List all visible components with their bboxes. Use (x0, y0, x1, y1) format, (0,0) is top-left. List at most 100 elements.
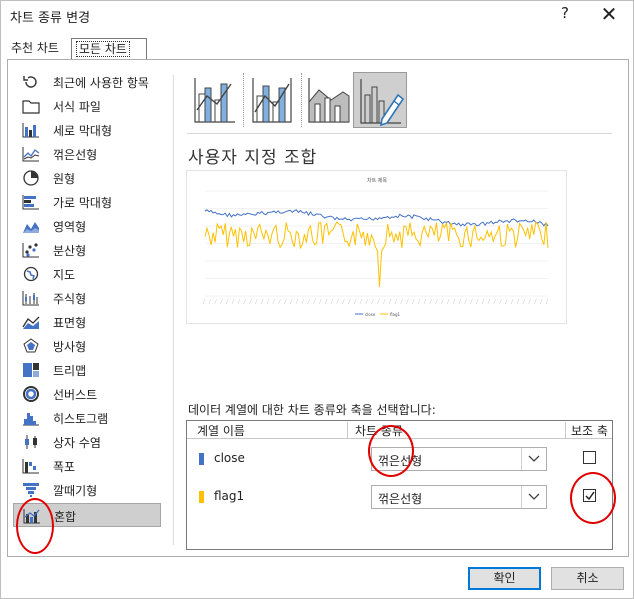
preview-x-tick (388, 298, 392, 305)
sidebar-item-bar[interactable]: 가로 막대형 (13, 190, 161, 214)
chart-type-dropdown-flag1[interactable]: 꺾은선형 (371, 485, 547, 509)
sidebar-item-sunburst[interactable]: 선버스트 (13, 382, 161, 406)
preview-x-tick (522, 298, 525, 305)
sidebar-item-stock[interactable]: 주식형 (13, 286, 161, 310)
waterfall-chart-icon (22, 459, 39, 474)
sidebar-item-combo[interactable]: 혼합 (13, 503, 161, 527)
dropdown-button[interactable] (521, 448, 546, 470)
preview-x-tick (510, 298, 514, 305)
sidebar-item-area[interactable]: 영역형 (13, 214, 161, 238)
preview-x-tick (255, 298, 258, 305)
series-row-close: close 꺾은선형 (187, 443, 612, 473)
sidebar-divider (173, 75, 174, 545)
sidebar-item-recent[interactable]: 최근에 사용한 항목 (13, 70, 161, 94)
sidebar-item-funnel[interactable]: 깔때기형 (13, 478, 161, 502)
header-series-name: 계열 이름 (197, 424, 245, 438)
preview-x-tick (435, 298, 438, 305)
dropdown-value: 꺾은선형 (378, 454, 423, 468)
preview-x-tick (516, 298, 520, 305)
preview-x-tick (202, 298, 206, 305)
preview-x-tick (423, 298, 427, 305)
subtype-clustered-column-line-secondary[interactable] (245, 72, 299, 128)
sidebar-item-line[interactable]: 꺾은선형 (13, 142, 161, 166)
subtype-clustered-column-line[interactable] (187, 72, 241, 128)
preview-x-tick (394, 298, 398, 305)
combo-area-column-icon (308, 78, 350, 123)
preview-gridlines (205, 190, 548, 297)
subtype-custom-combination[interactable] (353, 72, 407, 128)
treemap-chart-icon (23, 363, 39, 377)
tab-all-charts[interactable]: 모든 차트 (71, 38, 147, 59)
close-button[interactable]: ✕ (597, 2, 621, 26)
custom-combo-icon (360, 79, 405, 127)
sidebar-item-waterfall[interactable]: 폭포 (13, 454, 161, 478)
sidebar-item-histogram[interactable]: 히스토그램 (13, 406, 161, 430)
scatter-chart-icon (22, 243, 39, 258)
combo-column-line-icon (194, 78, 235, 123)
chart-preview: 차트 제목 close flag1 (186, 170, 567, 324)
tab-recommended-charts[interactable]: 추천 차트 (7, 38, 73, 58)
area-chart-icon (23, 222, 39, 233)
sidebar-item-label: 상자 수염 (53, 436, 101, 450)
preview-x-tick (365, 298, 368, 305)
legend-label-close: close (365, 312, 376, 317)
preview-title: 차트 제목 (367, 177, 387, 184)
ok-button[interactable]: 확인 (468, 567, 541, 590)
sidebar-item-box-whisker[interactable]: 상자 수염 (13, 430, 161, 454)
preview-x-tick (220, 298, 223, 305)
recent-icon (23, 76, 37, 88)
preview-x-tick (336, 298, 339, 305)
sidebar-item-label: 선버스트 (53, 388, 98, 402)
chart-type-dropdown-close[interactable]: 꺾은선형 (371, 447, 547, 471)
column-chart-icon (22, 123, 39, 138)
secondary-axis-checkbox-flag1[interactable] (583, 489, 596, 502)
series-instruction: 데이터 계열에 대한 차트 종류와 축을 선택합니다: (188, 403, 436, 417)
preview-x-tick (330, 298, 334, 305)
preview-x-tick (359, 298, 363, 305)
sidebar-item-label: 가로 막대형 (53, 196, 113, 210)
sidebar-item-label: 지도 (53, 268, 76, 282)
preview-x-tick (534, 298, 537, 305)
preview-x-tick (307, 298, 310, 305)
series-table: 계열 이름 차트 종류 보조 축 close 꺾은선형 flag1 꺾은선형 (186, 420, 613, 550)
preview-x-tick (505, 298, 508, 305)
sidebar-item-label: 주식형 (53, 292, 87, 306)
sidebar-item-column[interactable]: 세로 막대형 (13, 118, 161, 142)
preview-x-tick (470, 298, 473, 305)
secondary-axis-checkbox-close[interactable] (583, 451, 596, 464)
sidebar-item-surface[interactable]: 표면형 (13, 310, 161, 334)
sidebar-item-map[interactable]: 지도 (13, 262, 161, 286)
sidebar-item-treemap[interactable]: 트리맵 (13, 358, 161, 382)
header-secondary-axis: 보조 축 (571, 424, 608, 438)
preview-x-tick (417, 298, 421, 305)
sidebar-item-label: 깔때기형 (53, 484, 98, 498)
sidebar-item-templates[interactable]: 서식 파일 (13, 94, 161, 118)
preview-x-tick (499, 298, 502, 305)
help-button[interactable]: ? (555, 4, 575, 22)
chevron-down-icon (528, 455, 540, 462)
tab-label: 추천 차트 (11, 41, 59, 55)
line-chart-icon (22, 147, 40, 162)
preview-x-tick (295, 298, 299, 305)
sidebar-item-scatter[interactable]: 분산형 (13, 238, 161, 262)
subtype-divider (243, 73, 244, 127)
sidebar-item-label: 최근에 사용한 항목 (53, 76, 149, 90)
preview-x-tick (319, 298, 322, 305)
preview-x-tick (429, 298, 432, 305)
legend-label-flag1: flag1 (390, 312, 401, 317)
preview-series-close (204, 209, 549, 227)
preview-x-tick (342, 298, 345, 305)
dropdown-button[interactable] (521, 486, 546, 508)
preview-x-tick (446, 298, 450, 305)
funnel-chart-icon (23, 483, 39, 497)
subtype-stacked-area-column[interactable] (301, 72, 355, 128)
sidebar-item-pie[interactable]: 원형 (13, 166, 161, 190)
sidebar-item-radar[interactable]: 방사형 (13, 334, 161, 358)
preview-x-tick (400, 298, 403, 305)
preview-x-tick (226, 298, 229, 305)
title-bar: 차트 종류 변경 ? ✕ (1, 1, 633, 31)
preview-x-tick (290, 298, 293, 305)
pie-chart-icon (23, 170, 39, 186)
cancel-button[interactable]: 취소 (551, 567, 624, 590)
sidebar-item-label: 꺾은선형 (53, 148, 98, 162)
